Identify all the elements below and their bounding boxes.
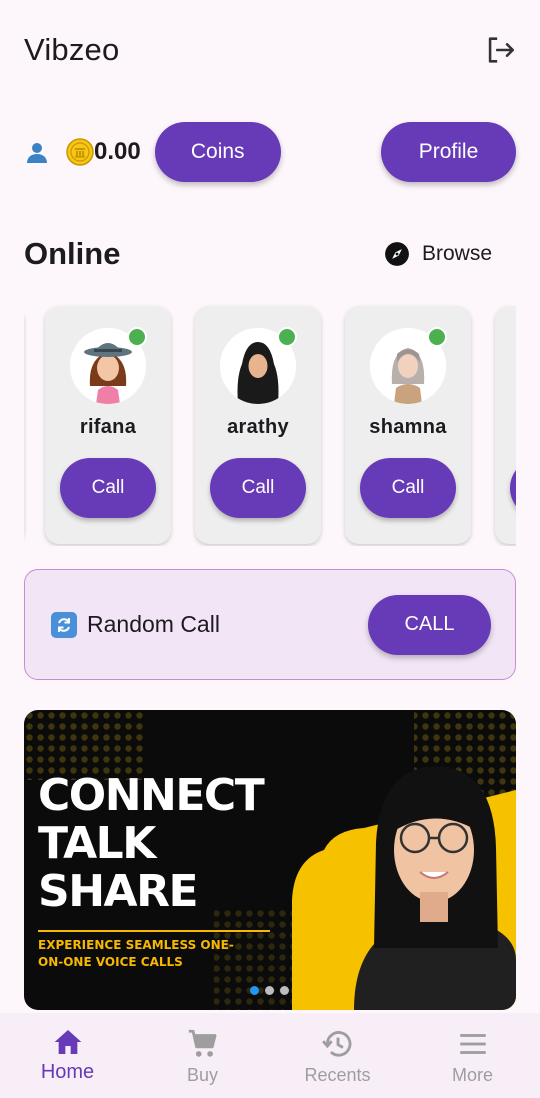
- app-title: Vibzeo: [24, 32, 120, 67]
- call-button[interactable]: Call: [60, 458, 156, 518]
- coins-button[interactable]: Coins: [154, 122, 281, 182]
- banner-headline-3: SHARE: [38, 866, 199, 917]
- carousel-dot-active[interactable]: [250, 986, 259, 995]
- nav-label-home: Home: [40, 1061, 95, 1083]
- logout-button[interactable]: [480, 30, 520, 70]
- user-card[interactable]: arathy Call: [195, 306, 321, 544]
- nav-item-recents[interactable]: Recents: [270, 1013, 405, 1098]
- user-name: shamna: [369, 416, 447, 438]
- user-card[interactable]: rifana Call: [45, 306, 171, 544]
- online-title: Online: [24, 236, 121, 271]
- browse-button[interactable]: Browse: [384, 241, 516, 267]
- online-section-header: Online Browse: [24, 228, 516, 280]
- nav-item-home[interactable]: Home: [0, 1013, 135, 1098]
- online-status-dot: [427, 327, 447, 347]
- coin-icon: [66, 138, 94, 166]
- bottom-navigation: Home Buy Recents More: [0, 1013, 540, 1098]
- shuffle-icon: [51, 611, 77, 638]
- banner-headline-1: CONNECT: [38, 770, 265, 821]
- carousel-indicator: [250, 986, 289, 995]
- nav-label-more: More: [451, 1065, 493, 1085]
- online-users-carousel[interactable]: rifana Call arathy Call shamna Call: [24, 304, 516, 546]
- user-name: arathy: [227, 416, 289, 438]
- person-icon: [24, 139, 50, 165]
- random-call-card: Random Call CALL: [24, 569, 516, 680]
- user-card[interactable]: shamna Call: [345, 306, 471, 544]
- call-button-partial[interactable]: [510, 458, 516, 518]
- random-call-label: Random Call: [87, 611, 220, 637]
- history-icon: [321, 1031, 351, 1057]
- home-icon: [54, 1030, 81, 1054]
- app-bar: Vibzeo: [0, 0, 540, 100]
- call-button[interactable]: Call: [360, 458, 456, 518]
- promo-banner[interactable]: CONNECT TALK SHARE EXPERIENCE SEAMLESS O…: [24, 710, 516, 1010]
- nav-item-buy[interactable]: Buy: [135, 1013, 270, 1098]
- banner-subtitle-1: EXPERIENCE SEAMLESS ONE-: [38, 938, 234, 952]
- coin-balance: 0.00: [94, 138, 141, 165]
- browse-label: Browse: [421, 242, 492, 265]
- user-name: rifana: [79, 416, 137, 438]
- nav-label-buy: Buy: [186, 1065, 219, 1085]
- user-card-partial: [495, 306, 516, 544]
- random-call-button[interactable]: CALL: [368, 594, 491, 655]
- online-status-dot: [127, 327, 147, 347]
- call-button[interactable]: Call: [210, 458, 306, 518]
- carousel-dot[interactable]: [280, 986, 289, 995]
- online-status-dot: [277, 327, 297, 347]
- carousel-dot[interactable]: [265, 986, 274, 995]
- profile-button[interactable]: Profile: [381, 122, 516, 182]
- nav-label-recents: Recents: [304, 1065, 371, 1085]
- banner-headline-2: TALK: [38, 818, 156, 869]
- nav-item-more[interactable]: More: [405, 1013, 540, 1098]
- compass-icon: [385, 242, 409, 266]
- menu-icon: [459, 1034, 486, 1054]
- balance-row: 0.00 Coins Profile: [24, 122, 516, 182]
- banner-subtitle-2: ON-ONE VOICE CALLS: [38, 955, 183, 969]
- logout-icon: [488, 37, 515, 63]
- cart-icon: [188, 1029, 216, 1057]
- banner-divider: [38, 930, 270, 932]
